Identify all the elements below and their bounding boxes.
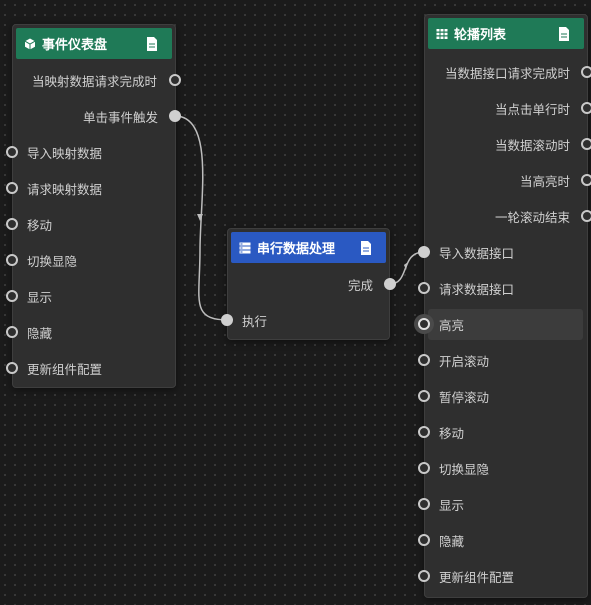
input-port[interactable]: 显示	[27, 286, 52, 306]
input-port[interactable]: 导入数据接口	[439, 242, 514, 262]
wire-arrow	[197, 214, 203, 221]
wire-arrow	[404, 262, 408, 270]
input-port-handle[interactable]	[418, 318, 430, 330]
input-port-handle[interactable]	[6, 182, 18, 194]
port-label: 显示	[27, 289, 53, 305]
input-port-handle[interactable]	[6, 254, 18, 266]
port-label: 当数据滚动时	[494, 137, 570, 153]
node-title: 事件仪表盘	[42, 38, 108, 53]
input-port-handle[interactable]	[6, 362, 18, 374]
node-title: 串行数据处理	[257, 242, 336, 257]
output-port-handle[interactable]	[169, 74, 181, 86]
input-port-handle[interactable]	[221, 314, 233, 326]
input-port-handle[interactable]	[418, 426, 430, 438]
document-icon[interactable]	[558, 27, 570, 41]
output-port[interactable]: 一轮滚动结束	[426, 206, 570, 226]
table-icon	[436, 28, 448, 39]
output-port-handle[interactable]	[581, 210, 591, 222]
output-port[interactable]: 当点击单行时	[426, 98, 570, 118]
port-label: 移动	[439, 425, 465, 441]
port-label: 隐藏	[27, 325, 53, 341]
port-label: 移动	[27, 217, 53, 233]
port-label: 显示	[439, 497, 465, 513]
output-port-handle[interactable]	[581, 174, 591, 186]
input-port-handle[interactable]	[418, 282, 430, 294]
output-port-handle[interactable]	[169, 110, 181, 122]
output-port-handle[interactable]	[384, 278, 396, 290]
port-label: 请求映射数据	[27, 181, 103, 197]
input-port[interactable]: 请求数据接口	[439, 278, 514, 298]
port-label: 当映射数据请求完成时	[31, 73, 157, 89]
input-port[interactable]: 显示	[439, 494, 464, 514]
input-port-handle[interactable]	[6, 218, 18, 230]
document-icon[interactable]	[146, 37, 158, 51]
node-header[interactable]: 串行数据处理	[231, 232, 386, 263]
output-port[interactable]: 当数据滚动时	[426, 134, 570, 154]
input-port-handle[interactable]	[418, 570, 430, 582]
port-label: 完成	[347, 277, 373, 293]
input-port[interactable]: 高亮	[439, 314, 464, 334]
input-port[interactable]: 切换显隐	[439, 458, 489, 478]
port-label: 高亮	[439, 317, 465, 333]
node-header[interactable]: 轮播列表	[428, 18, 584, 49]
input-port-handle[interactable]	[6, 146, 18, 158]
output-port[interactable]: 当映射数据请求完成时	[14, 70, 157, 90]
port-label: 更新组件配置	[439, 569, 515, 585]
cube-icon	[24, 38, 36, 49]
input-port-handle[interactable]	[6, 326, 18, 338]
input-port[interactable]: 更新组件配置	[439, 566, 514, 586]
input-port-handle[interactable]	[418, 390, 430, 402]
port-label: 当点击单行时	[494, 101, 570, 117]
port-label: 导入数据接口	[439, 245, 515, 261]
input-port[interactable]: 切换显隐	[27, 250, 77, 270]
input-port[interactable]: 暂停滚动	[439, 386, 489, 406]
wire-complete-to-import[interactable]	[389, 251, 425, 285]
port-label: 当数据接口请求完成时	[444, 65, 570, 81]
input-port[interactable]: 移动	[439, 422, 464, 442]
list-icon	[239, 242, 251, 253]
input-port[interactable]: 导入映射数据	[27, 142, 102, 162]
port-label: 一轮滚动结束	[494, 209, 570, 225]
input-port[interactable]: 开启滚动	[439, 350, 489, 370]
input-port-handle[interactable]	[418, 354, 430, 366]
node-header[interactable]: 事件仪表盘	[16, 28, 172, 59]
output-port[interactable]: 当高亮时	[426, 170, 570, 190]
port-label: 隐藏	[439, 533, 465, 549]
output-port-handle[interactable]	[581, 138, 591, 150]
input-port-handle[interactable]	[418, 462, 430, 474]
port-label: 切换显隐	[27, 253, 78, 269]
output-port[interactable]: 单击事件触发	[14, 106, 158, 126]
port-label: 更新组件配置	[27, 361, 103, 377]
output-port-handle[interactable]	[581, 102, 591, 114]
output-port[interactable]: 当数据接口请求完成时	[426, 62, 570, 82]
port-label: 当高亮时	[519, 173, 570, 189]
port-label: 切换显隐	[439, 461, 490, 477]
input-port-handle[interactable]	[418, 246, 430, 258]
document-icon[interactable]	[360, 241, 372, 255]
input-port[interactable]: 更新组件配置	[27, 358, 102, 378]
output-port-handle[interactable]	[581, 66, 591, 78]
wire-click-to-execute[interactable]	[174, 115, 229, 321]
input-port[interactable]: 移动	[27, 214, 52, 234]
input-port-handle[interactable]	[418, 498, 430, 510]
input-port[interactable]: 请求映射数据	[27, 178, 102, 198]
input-port-handle[interactable]	[6, 290, 18, 302]
port-label: 暂停滚动	[439, 389, 490, 405]
output-port[interactable]: 完成	[230, 274, 373, 294]
port-label: 开启滚动	[439, 353, 490, 369]
port-label: 请求数据接口	[439, 281, 515, 297]
input-port[interactable]: 执行	[242, 310, 267, 330]
node-title: 轮播列表	[454, 28, 507, 43]
port-label: 导入映射数据	[27, 145, 103, 161]
input-port-handle[interactable]	[418, 534, 430, 546]
port-label: 执行	[242, 313, 268, 329]
input-port[interactable]: 隐藏	[27, 322, 52, 342]
input-port[interactable]: 隐藏	[439, 530, 464, 550]
port-label: 单击事件触发	[82, 109, 158, 125]
